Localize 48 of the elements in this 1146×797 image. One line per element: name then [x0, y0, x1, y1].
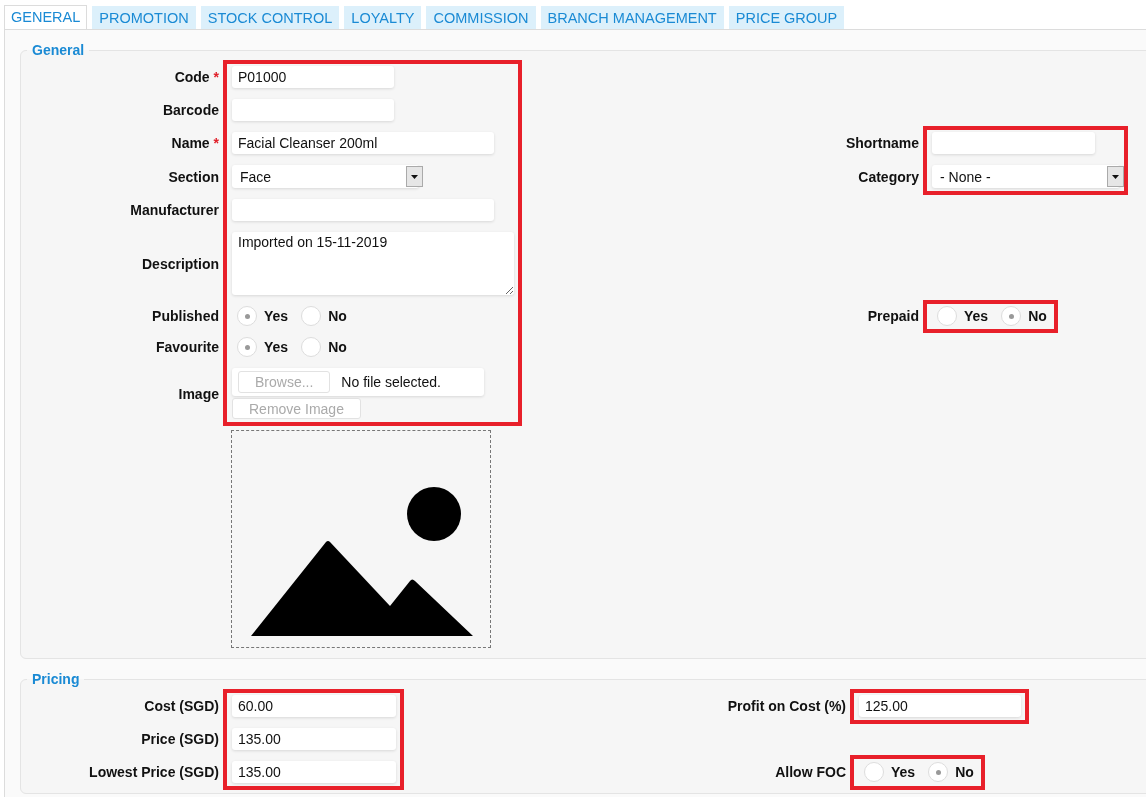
field-label: Name * [171, 135, 219, 151]
radio-button[interactable] [301, 306, 322, 326]
field-label: Code * [174, 69, 219, 85]
field-label: Published [152, 308, 219, 324]
text-field[interactable]: Facial Cleanser 200ml [232, 132, 494, 154]
field-label: Barcode [162, 102, 219, 118]
radio-button[interactable] [237, 337, 257, 357]
field-label: Allow FOC [775, 764, 846, 780]
radio-label: No [1028, 308, 1047, 324]
text-field[interactable]: 135.00 [232, 761, 396, 783]
field-label: Prepaid [867, 308, 919, 324]
radio-label: Yes [964, 308, 989, 324]
field-label: Image [178, 385, 219, 402]
field-label: Cost (SGD) [144, 698, 219, 714]
radio-label: No [955, 764, 974, 780]
field-label: Manufacturer [130, 202, 219, 218]
section-title: General [31, 42, 86, 58]
section-title: Pricing [31, 671, 81, 687]
radio-label: Yes [264, 339, 289, 355]
field-label: Description [142, 255, 219, 272]
radio-label: Yes [891, 764, 916, 780]
field-label: Lowest Price (SGD) [89, 764, 219, 780]
field-label: Shortname [845, 135, 919, 151]
radio-label: Yes [264, 308, 289, 324]
file-status-text: No file selected. [341, 374, 441, 390]
mountain-sun-icon [251, 487, 473, 636]
field-label: Price (SGD) [141, 731, 219, 747]
text-field[interactable]: P01000 [232, 66, 394, 88]
tab[interactable]: GENERAL [4, 5, 88, 29]
radio-button[interactable] [1001, 306, 1022, 326]
radio-button[interactable] [928, 762, 949, 782]
text-field[interactable]: 135.00 [232, 728, 396, 750]
radio-label: No [328, 339, 347, 355]
text-field[interactable]: 125.00 [859, 695, 1021, 717]
radio-button[interactable] [301, 337, 322, 357]
radio-label: No [328, 308, 347, 324]
text-field[interactable] [932, 132, 1095, 154]
field-label: Favourite [156, 339, 219, 355]
field-label: Profit on Cost (%) [727, 698, 846, 714]
radio-button[interactable] [864, 762, 884, 782]
text-field[interactable] [232, 99, 394, 121]
field-label: Category [858, 168, 919, 185]
text-field[interactable] [232, 199, 494, 221]
radio-button[interactable] [937, 306, 957, 326]
field-label: Section [168, 168, 219, 185]
text-field[interactable]: 60.00 [232, 695, 396, 717]
radio-button[interactable] [237, 306, 257, 326]
text-area[interactable]: Imported on 15-11-2019 [232, 232, 514, 295]
